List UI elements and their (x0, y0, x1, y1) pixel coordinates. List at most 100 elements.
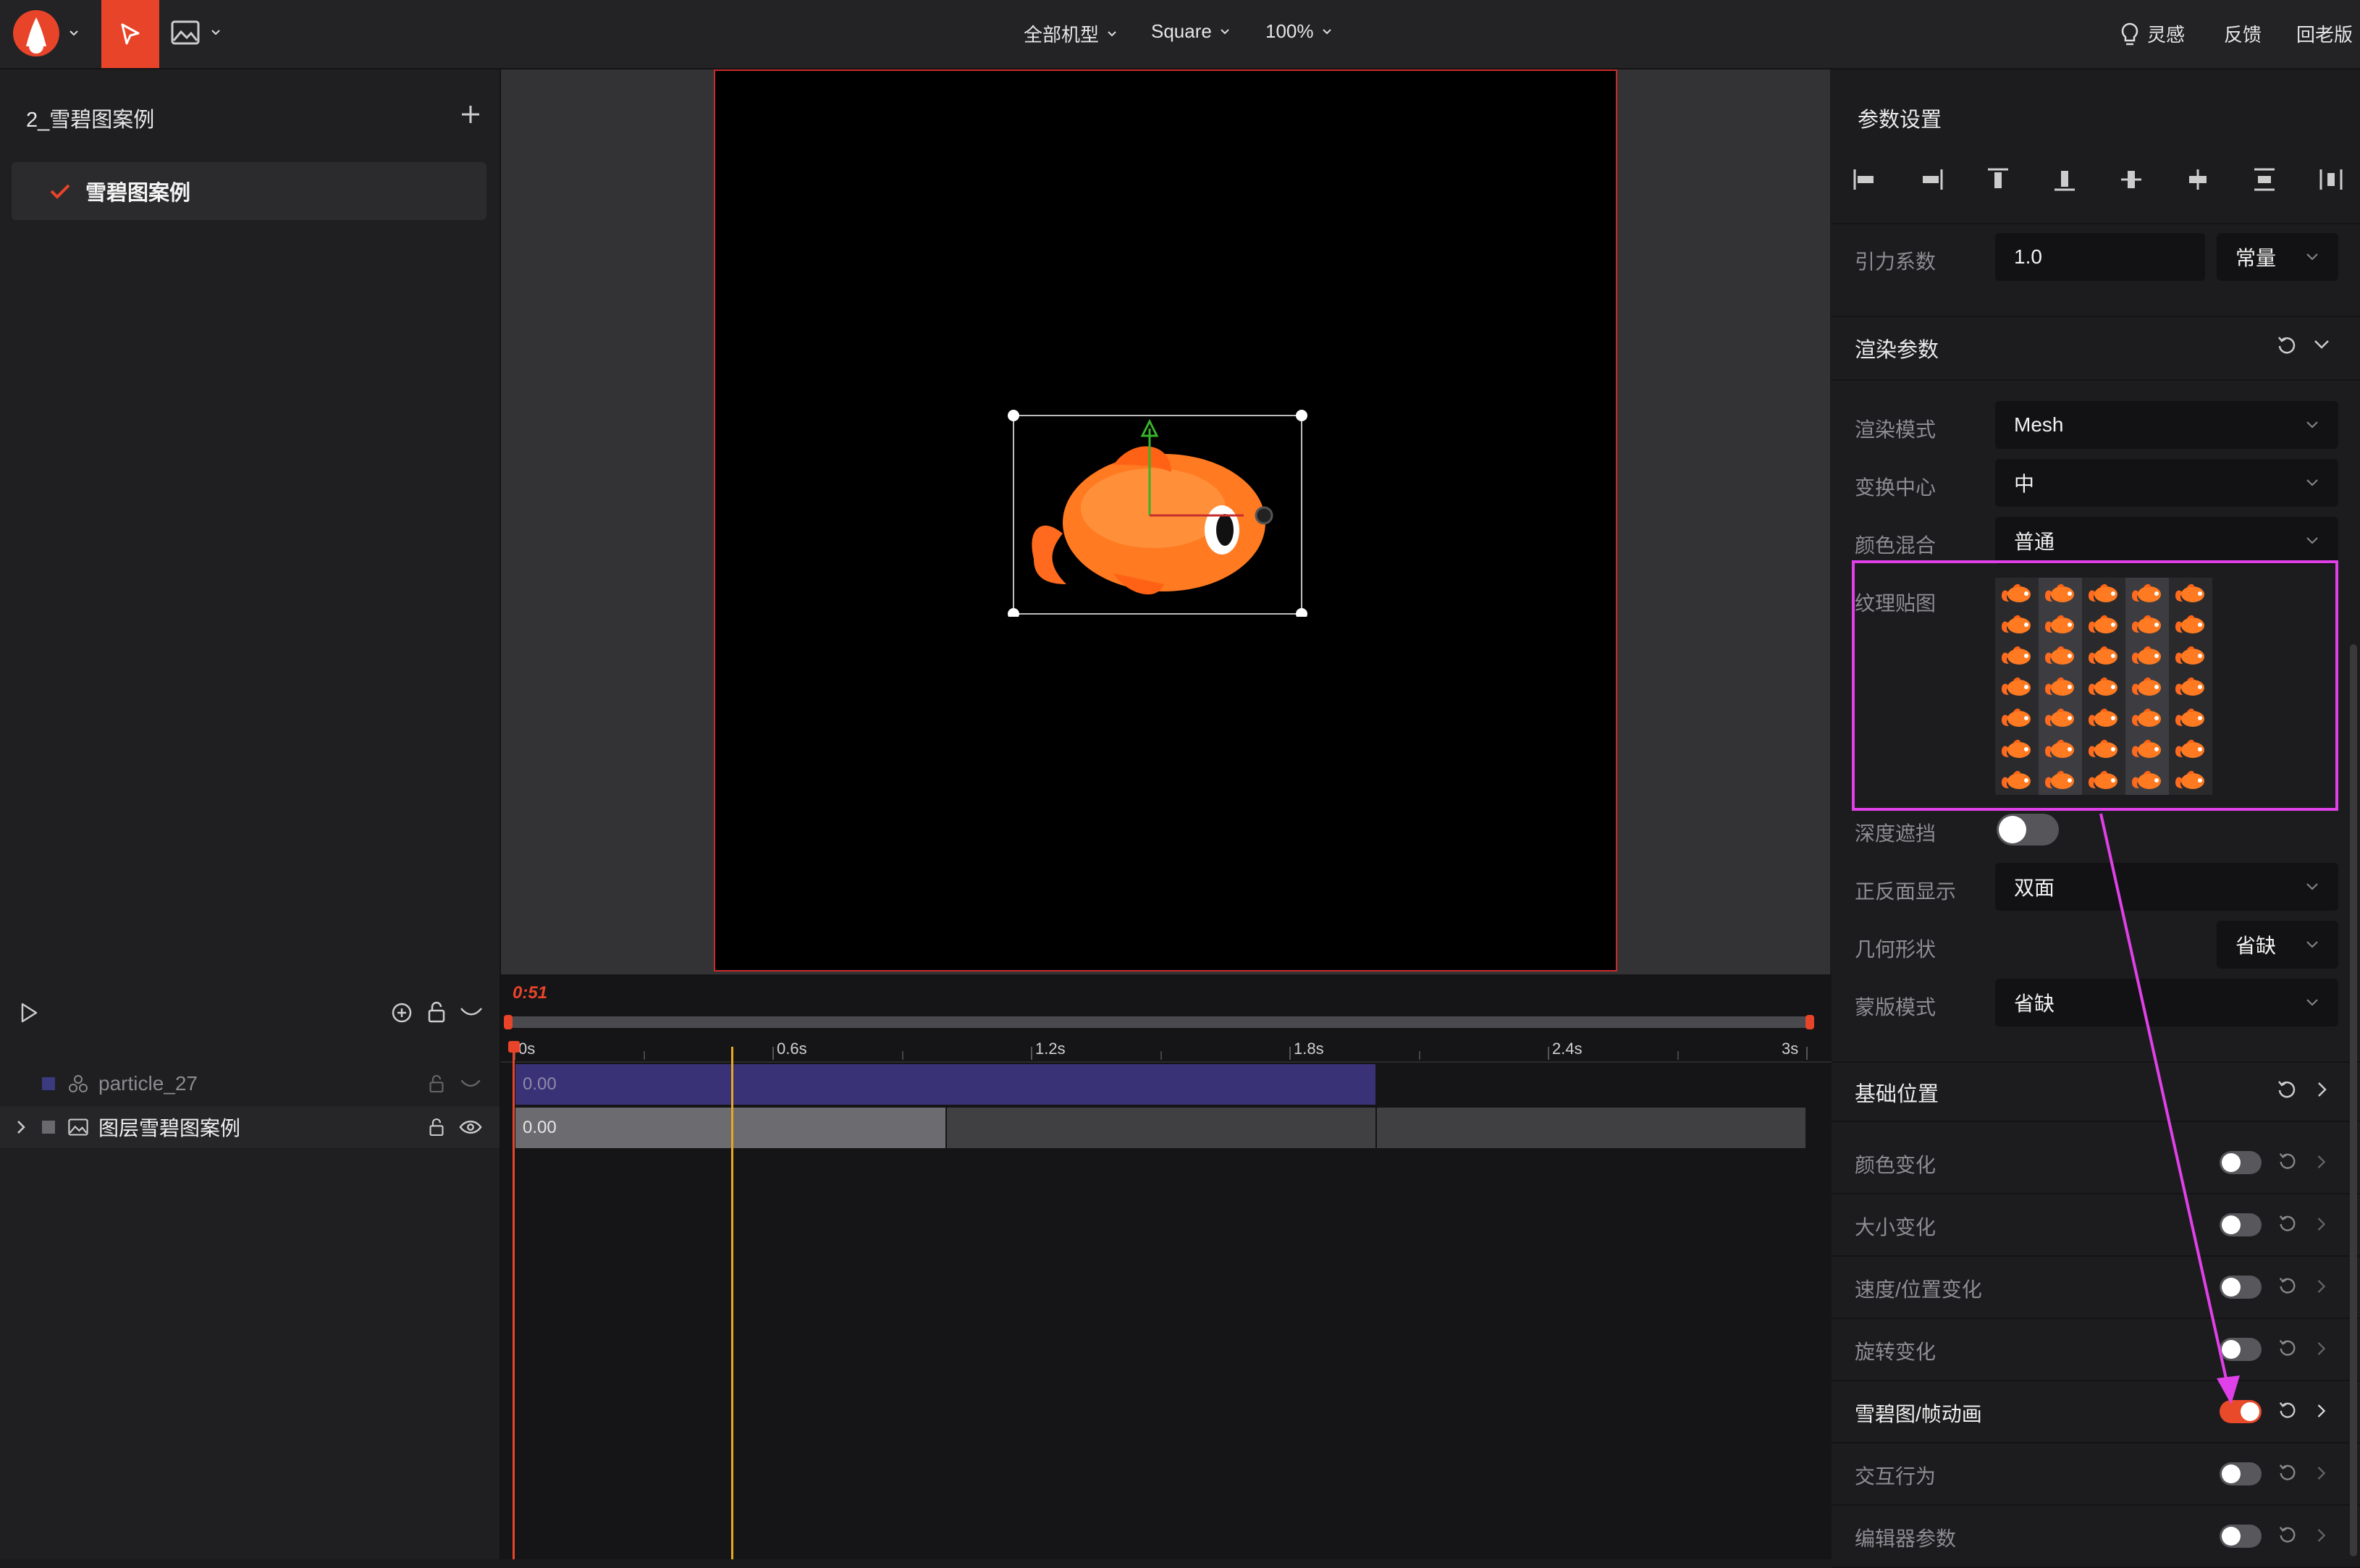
chevron-down-icon (1221, 28, 1229, 34)
chevron-right-icon[interactable] (16, 1119, 26, 1135)
image-tool-button[interactable] (171, 20, 222, 45)
mask-select[interactable]: 省缺 (1995, 979, 2338, 1027)
ruler-tick (1806, 1047, 1808, 1060)
chevron-right-icon[interactable] (2315, 1277, 2328, 1296)
eye-icon[interactable] (459, 1119, 482, 1135)
clip-start-value: 0.00 (523, 1074, 557, 1094)
track-clip-sprite-2[interactable] (947, 1108, 1375, 1148)
align-left-icon[interactable] (1852, 167, 1878, 193)
chevron-right-icon[interactable] (2315, 1215, 2328, 1234)
layer-row-sprite[interactable]: 图层雪碧图案例 (0, 1106, 500, 1148)
reset-icon[interactable] (2277, 1276, 2298, 1296)
module-row[interactable]: 雪碧图/帧动画 (1832, 1380, 2360, 1443)
current-time-indicator[interactable] (731, 1047, 733, 1559)
render-mode-select[interactable]: Mesh (1995, 401, 2338, 449)
lock-icon[interactable] (427, 1000, 446, 1024)
scroll-start-handle[interactable] (504, 1015, 513, 1029)
feedback-button[interactable]: 反馈 (2224, 20, 2262, 47)
eye-closed-icon[interactable] (459, 1005, 484, 1019)
module-label: 颜色变化 (1855, 1154, 1937, 1176)
align-right-icon[interactable] (1918, 167, 1944, 193)
module-label: 速度/位置变化 (1855, 1278, 1982, 1301)
chevron-right-icon[interactable] (2315, 1464, 2328, 1483)
color-blend-select[interactable]: 普通 (1995, 517, 2338, 565)
reset-icon[interactable] (2277, 1151, 2298, 1171)
chevron-right-icon[interactable] (2315, 1152, 2328, 1171)
gravity-input[interactable]: 1.0 (1995, 233, 2205, 281)
reset-icon[interactable] (2277, 1213, 2298, 1234)
select-tool-button[interactable] (101, 0, 159, 68)
ratio-select[interactable]: Square (1151, 20, 1231, 43)
ruler-tick-label: 1.2s (1035, 1040, 1066, 1058)
chevron-right-icon[interactable] (2315, 1080, 2330, 1099)
distribute-vertical-icon[interactable] (2251, 167, 2277, 193)
distribute-horizontal-icon[interactable] (2318, 167, 2344, 193)
properties-scrollbar[interactable] (2350, 644, 2357, 1556)
module-toggle[interactable] (2220, 1338, 2262, 1361)
lock-icon[interactable] (429, 1074, 444, 1094)
zoom-select[interactable]: 100% (1265, 20, 1333, 43)
align-bottom-icon[interactable] (2052, 167, 2078, 193)
module-toggle[interactable] (2220, 1213, 2262, 1236)
faces-select[interactable]: 双面 (1995, 863, 2338, 911)
module-row[interactable]: 交互行为 (1832, 1442, 2360, 1506)
play-icon[interactable] (19, 1002, 39, 1024)
scene-list-item[interactable]: 雪碧图案例 (12, 162, 486, 220)
inspiration-button[interactable]: 灵感 (2120, 20, 2185, 47)
module-toggle[interactable] (2220, 1525, 2262, 1548)
module-row[interactable]: 编辑器参数 (1832, 1504, 2360, 1568)
reset-icon[interactable] (2277, 1338, 2298, 1358)
chevron-right-icon[interactable] (2315, 1526, 2328, 1545)
timeline-track-area[interactable]: 0:51 0s 0.6s 1.2s 1.8s 2.4s 3s 0.00 0.00 (501, 974, 1832, 1559)
align-top-icon[interactable] (1985, 167, 2011, 193)
track-clip-sprite-3[interactable] (1377, 1108, 1805, 1148)
highlight-box (1852, 560, 2338, 811)
reset-icon[interactable] (2276, 1079, 2298, 1100)
playhead-handle[interactable] (508, 1041, 520, 1053)
track-clip-sprite-1[interactable]: 0.00 (515, 1108, 945, 1148)
module-label: 旋转变化 (1855, 1341, 1937, 1363)
add-circle-icon[interactable] (391, 1002, 413, 1024)
transform-center-select[interactable]: 中 (1995, 459, 2338, 507)
module-toggle[interactable] (2220, 1151, 2262, 1174)
module-row[interactable]: 旋转变化 (1832, 1318, 2360, 1381)
module-row[interactable]: 颜色变化 (1832, 1131, 2360, 1194)
stage-canvas[interactable] (714, 69, 1617, 971)
old-version-button[interactable]: 回老版 (2296, 20, 2353, 47)
chevron-right-icon[interactable] (2315, 1401, 2328, 1420)
add-icon[interactable] (459, 103, 482, 126)
reset-icon[interactable] (2276, 334, 2298, 356)
chevron-down-icon[interactable] (2312, 337, 2331, 352)
project-title: 2_雪碧图案例 (26, 109, 155, 132)
depth-toggle[interactable] (1997, 814, 2059, 846)
selected-sprite[interactable] (1005, 407, 1309, 617)
model-select[interactable]: 全部机型 (1024, 20, 1118, 47)
model-select-label: 全部机型 (1024, 24, 1100, 46)
eye-closed-icon[interactable] (459, 1077, 482, 1090)
playhead-start[interactable] (513, 1042, 515, 1559)
module-toggle[interactable] (2220, 1400, 2262, 1423)
track-clip-particle[interactable]: 0.00 (515, 1064, 1375, 1105)
align-center-vertical-icon[interactable] (2118, 167, 2144, 193)
cursor-arrow-icon (121, 23, 140, 45)
chevron-right-icon[interactable] (2315, 1339, 2328, 1358)
reset-icon[interactable] (2277, 1462, 2298, 1483)
scroll-end-handle[interactable] (1805, 1015, 1814, 1029)
module-row[interactable]: 速度/位置变化 (1832, 1255, 2360, 1319)
align-center-horizontal-icon[interactable] (2185, 167, 2211, 193)
module-toggle[interactable] (2220, 1276, 2262, 1299)
reset-icon[interactable] (2277, 1400, 2298, 1420)
module-row[interactable]: 大小变化 (1832, 1193, 2360, 1257)
app-logo-menu[interactable] (13, 10, 80, 56)
time-ruler[interactable]: 0s 0.6s 1.2s 1.8s 2.4s 3s (501, 1037, 1832, 1063)
reset-icon[interactable] (2277, 1525, 2298, 1545)
geometry-select[interactable]: 省缺 (2217, 921, 2338, 969)
lock-icon[interactable] (429, 1117, 444, 1137)
gravity-mode-select[interactable]: 常量 (2217, 233, 2338, 281)
module-toggle[interactable] (2220, 1462, 2262, 1485)
top-bar: 全部机型 Square 100% 灵感 反馈 回老版 (0, 0, 2360, 69)
ruler-tick-label: 0.6s (777, 1040, 807, 1058)
timeline-scrollbar[interactable] (508, 1016, 1811, 1028)
chevron-down-icon (2306, 537, 2318, 544)
layer-row-particle[interactable]: particle_27 (0, 1063, 500, 1105)
